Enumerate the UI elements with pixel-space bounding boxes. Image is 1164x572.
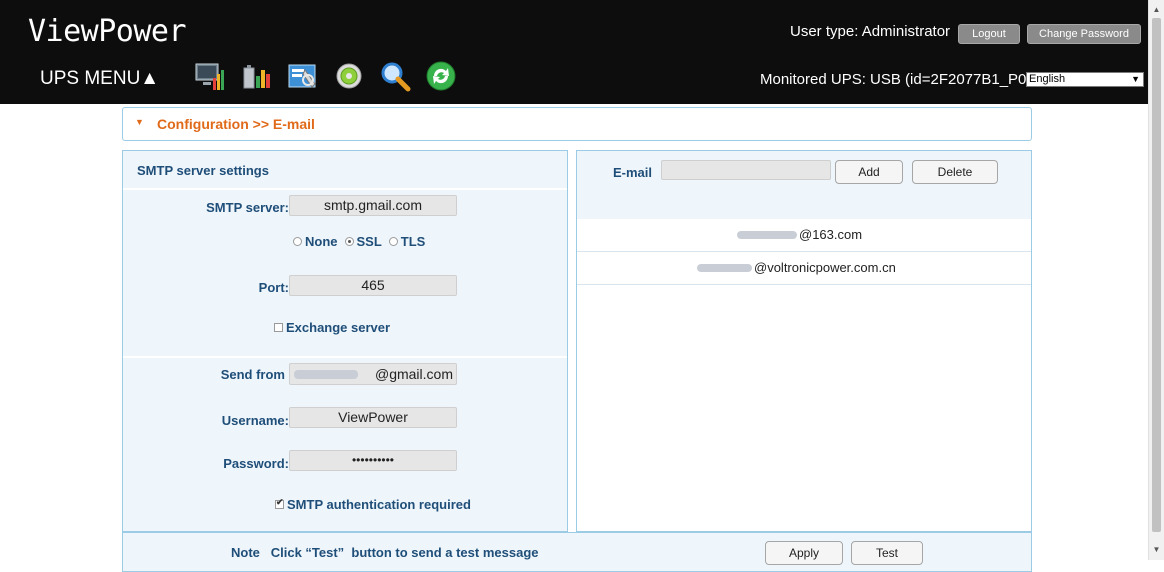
security-radio-group: None SSL TLS <box>293 234 425 249</box>
email-domain: @163.com <box>799 227 863 242</box>
scroll-up-arrow-icon[interactable]: ▲ <box>1149 2 1164 18</box>
change-password-button[interactable]: Change Password <box>1027 24 1141 44</box>
add-button[interactable]: Add <box>835 160 903 184</box>
send-from-label: Send from <box>220 367 285 382</box>
redacted-text <box>294 370 358 379</box>
smtp-auth-checkbox[interactable] <box>275 497 284 509</box>
redacted-text <box>697 263 752 272</box>
monitored-ups-label: Monitored UPS: USB (id=2F2077B1_P01) <box>760 71 1040 88</box>
divider <box>123 188 567 190</box>
send-from-domain: @gmail.com <box>374 366 453 382</box>
apply-button[interactable]: Apply <box>765 541 843 565</box>
radio-ssl-label: SSL <box>356 234 382 249</box>
footer-bar: Note Click “Test” button to send a test … <box>122 532 1032 572</box>
radio-tls[interactable] <box>388 237 398 246</box>
gear-icon[interactable] <box>332 60 366 92</box>
radio-none-label: None <box>305 234 338 249</box>
battery-chart-icon[interactable] <box>240 60 274 92</box>
send-from-input[interactable]: @gmail.com <box>289 363 457 385</box>
language-select[interactable]: English ▼ <box>1026 72 1144 87</box>
language-selected-value: English <box>1029 73 1066 85</box>
toolbar-icons <box>194 60 458 92</box>
test-note: Note Click “Test” button to send a test … <box>231 545 539 560</box>
smtp-section-title: SMTP server settings <box>137 163 269 178</box>
breadcrumb-title: Configuration >> E-mail <box>157 116 315 132</box>
exchange-server-label: Exchange server <box>286 320 391 335</box>
divider <box>123 356 567 358</box>
search-icon[interactable] <box>378 60 412 92</box>
caret-down-icon: ▼ <box>135 117 144 127</box>
user-type-label: User type: Administrator <box>790 23 951 40</box>
test-button[interactable]: Test <box>851 541 923 565</box>
email-label: E-mail <box>613 165 653 180</box>
username-label: Username: <box>221 413 289 428</box>
radio-ssl[interactable] <box>344 237 354 246</box>
smtp-settings-panel: SMTP server settings SMTP server: smtp.g… <box>122 150 568 532</box>
app-logo: ViewPower <box>28 14 187 49</box>
monitor-chart-icon[interactable] <box>194 60 228 92</box>
page-scrollbar[interactable]: ▲ ▼ <box>1148 0 1164 560</box>
logout-button[interactable]: Logout <box>958 24 1020 44</box>
email-domain: @voltronicpower.com.cn <box>754 260 896 275</box>
smtp-server-label: SMTP server: <box>206 200 289 215</box>
dropdown-arrow-icon: ▼ <box>1131 74 1140 84</box>
delete-button[interactable]: Delete <box>912 160 998 184</box>
email-panel: E-mail Add Delete @163.com @voltronicpow… <box>576 150 1032 532</box>
username-input[interactable]: ViewPower <box>289 407 457 428</box>
top-header: ViewPower UPS MENU▲ User type: Administr… <box>0 0 1148 104</box>
email-header: E-mail Add Delete <box>577 151 1031 219</box>
email-list-row[interactable]: @163.com <box>577 219 1031 252</box>
radio-tls-label: TLS <box>400 234 426 249</box>
password-label: Password: <box>223 456 289 471</box>
smtp-server-input[interactable]: smtp.gmail.com <box>289 195 457 216</box>
configuration-tools-icon[interactable] <box>286 60 320 92</box>
scroll-down-arrow-icon[interactable]: ▼ <box>1149 542 1164 558</box>
radio-none[interactable] <box>293 237 302 246</box>
port-label: Port: <box>258 280 289 295</box>
email-address: @voltronicpower.com.cn <box>697 260 896 275</box>
email-address: @163.com <box>737 227 862 242</box>
smtp-auth-label: SMTP authentication required <box>287 497 471 512</box>
email-list-row[interactable]: @voltronicpower.com.cn <box>577 252 1031 285</box>
scrollbar-thumb[interactable] <box>1152 18 1161 532</box>
exchange-server-option: Exchange server <box>274 320 390 335</box>
password-input[interactable]: •••••••••• <box>289 450 457 471</box>
smtp-auth-option: SMTP authentication required <box>275 497 471 512</box>
email-input[interactable] <box>661 160 831 180</box>
port-input[interactable]: 465 <box>289 275 457 296</box>
breadcrumb: ▼ Configuration >> E-mail <box>122 107 1032 141</box>
refresh-icon[interactable] <box>424 60 458 92</box>
exchange-server-checkbox[interactable] <box>274 323 283 332</box>
redacted-text <box>737 230 797 239</box>
ups-menu-toggle[interactable]: UPS MENU▲ <box>40 68 159 90</box>
